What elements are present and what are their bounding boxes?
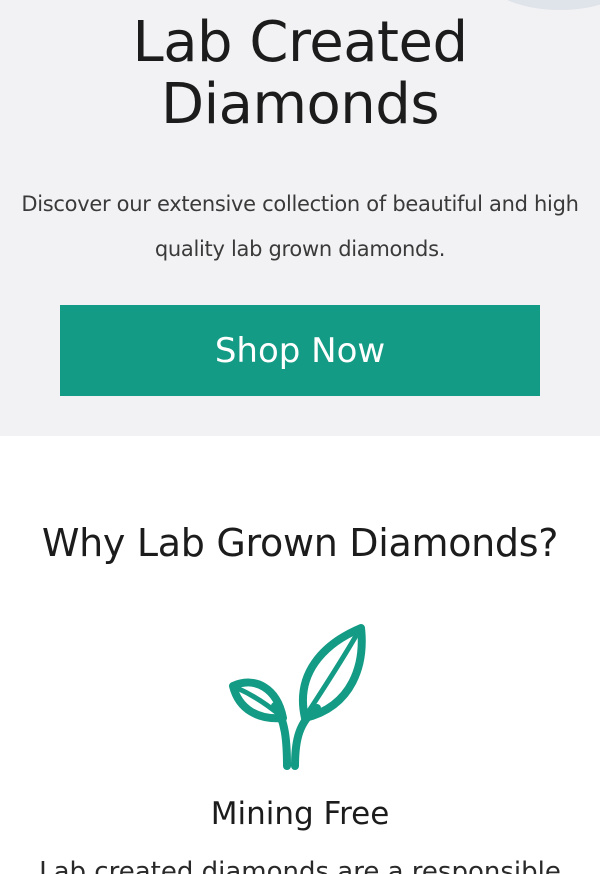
hero-title: Lab Created Diamonds: [132, 10, 468, 137]
shop-now-button[interactable]: Shop Now: [60, 305, 540, 396]
hero-description: Discover our extensive collection of bea…: [21, 192, 579, 261]
feature-description: Lab created diamonds are a responsible: [39, 857, 561, 874]
section-title: Why Lab Grown Diamonds?: [41, 521, 559, 565]
sprout-leaf-icon: [229, 624, 366, 770]
hero-decoration: [480, 0, 600, 10]
feature-title: Mining Free: [210, 796, 390, 832]
hero-section: Lab Created Diamonds Discover our extens…: [0, 0, 600, 436]
